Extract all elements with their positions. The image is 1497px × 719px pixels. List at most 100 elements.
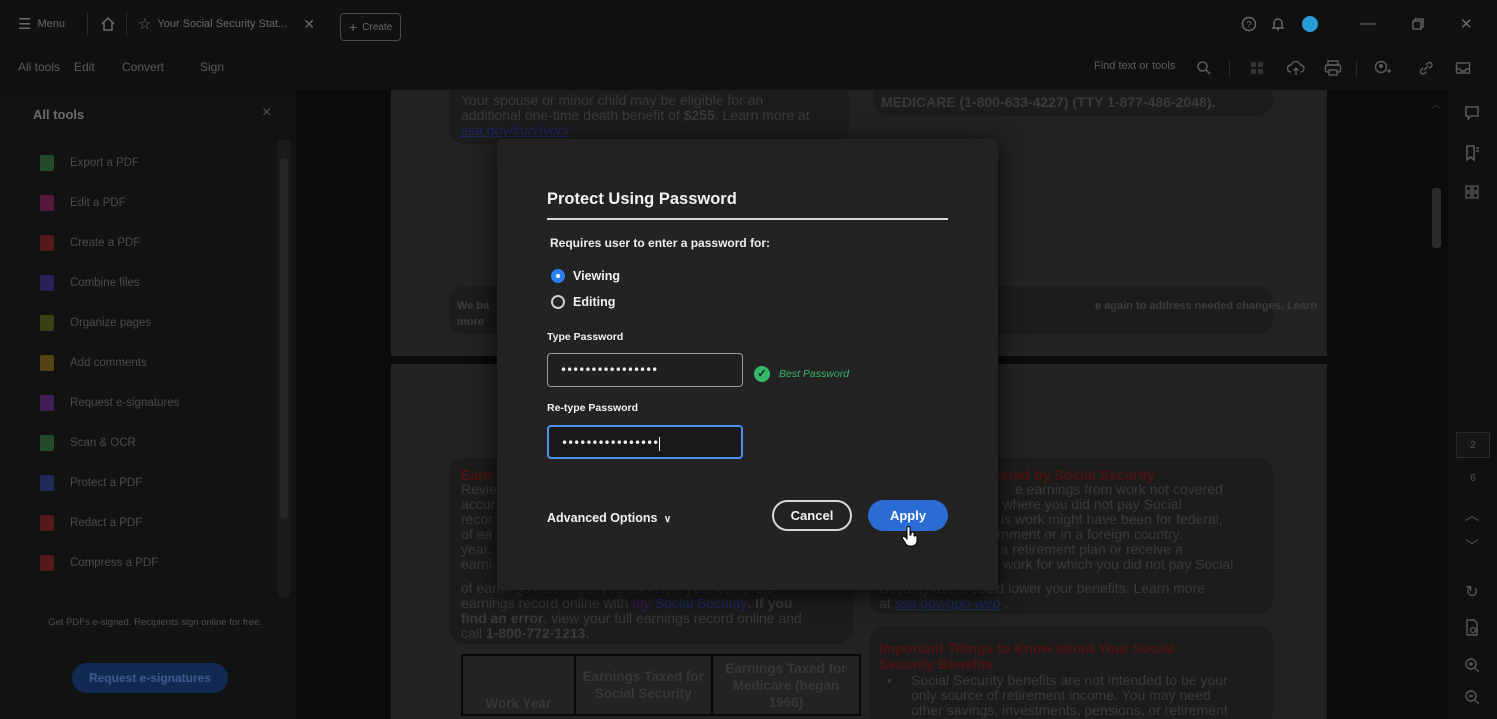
scrollbar-thumb[interactable] — [280, 158, 288, 518]
radio-label: Editing — [573, 295, 616, 309]
tool-item[interactable]: Combine files — [40, 273, 140, 293]
tool-icon — [40, 155, 54, 171]
print-icon[interactable] — [1324, 60, 1342, 76]
radio-editing[interactable]: Editing — [551, 295, 615, 309]
restore-button[interactable] — [1411, 10, 1425, 38]
plus-icon: + — [349, 19, 358, 35]
document-scrollbar[interactable]: ︿ — [1430, 96, 1442, 716]
panel-scrollbar[interactable] — [278, 140, 290, 598]
tool-item[interactable]: Add comments — [40, 353, 147, 373]
menu-convert[interactable]: Convert — [122, 60, 164, 74]
radio-selected-icon[interactable] — [551, 269, 565, 283]
tool-icon — [40, 555, 54, 571]
page-tools-icon[interactable] — [1462, 619, 1482, 639]
bell-icon — [1271, 18, 1285, 31]
doc-text: n a retirement plan or receive a — [989, 541, 1183, 557]
radio-unselected-icon[interactable] — [551, 295, 565, 309]
promo-text: Get PDFs e-signed. Recipients sign onlin… — [48, 617, 262, 628]
find-tools-search[interactable]: Find text or tools — [1094, 60, 1175, 72]
notifications-button[interactable] — [1270, 10, 1286, 38]
svg-text:?: ? — [1246, 20, 1251, 30]
tool-item[interactable]: Request e-signatures — [40, 393, 179, 413]
link-icon[interactable] — [1418, 60, 1434, 76]
type-password-label: Type Password — [547, 331, 624, 343]
advanced-options-toggle[interactable]: Advanced Options ∨ — [547, 511, 671, 525]
avatar — [1302, 16, 1318, 32]
retype-password-input[interactable]: •••••••••••••••• — [547, 425, 743, 459]
tool-item[interactable]: Compress a PDF — [40, 553, 158, 573]
restore-icon — [1412, 18, 1424, 30]
tool-item[interactable]: Scan & OCR — [40, 433, 136, 453]
tool-item[interactable]: Redact a PDF — [40, 513, 142, 533]
tool-label: Redact a PDF — [70, 517, 143, 529]
home-icon — [101, 16, 115, 31]
scroll-up-icon[interactable]: ︿ — [1431, 96, 1441, 111]
tool-item[interactable]: Organize pages — [40, 313, 151, 333]
doc-text: find an error, view your full earnings r… — [461, 610, 802, 626]
tool-item[interactable]: Protect a PDF — [40, 473, 142, 493]
profile-button[interactable] — [1302, 10, 1318, 38]
tool-label: Compress a PDF — [70, 557, 159, 569]
survivors-link[interactable]: ssa.gov/survivors — [461, 122, 569, 138]
check-circle-icon: ✓ — [754, 366, 770, 382]
divider — [1229, 60, 1230, 78]
tool-label: Edit a PDF — [70, 197, 126, 209]
zoom-in-icon[interactable] — [1462, 657, 1482, 677]
home-button[interactable] — [100, 10, 116, 38]
panel-title: All tools — [33, 107, 85, 122]
search-icon[interactable] — [1196, 60, 1212, 76]
star-icon[interactable]: ☆ — [138, 15, 151, 33]
tool-label: Export a PDF — [70, 157, 140, 169]
table-header-row: Work Year Earnings Taxed for Social Secu… — [461, 654, 862, 716]
previous-page-icon[interactable]: ︿ — [1462, 505, 1482, 525]
doc-text: only source of retirement income. You ma… — [911, 687, 1211, 703]
bookmark-icon[interactable] — [1462, 144, 1482, 164]
zoom-out-icon[interactable] — [1462, 689, 1482, 709]
tool-item[interactable]: Edit a PDF — [40, 193, 126, 213]
password-strength: ✓ Best Password — [754, 366, 849, 382]
upload-cloud-icon[interactable] — [1287, 60, 1305, 76]
cancel-button[interactable]: Cancel — [772, 500, 852, 531]
next-page-icon[interactable]: ﹀ — [1462, 536, 1482, 556]
rotate-icon[interactable]: ↻ — [1462, 583, 1482, 603]
grid-view-icon[interactable] — [1250, 61, 1264, 75]
close-tab-icon[interactable]: ✕ — [303, 16, 315, 33]
title-bar: ☰ Menu ☆ Your Social Security Stat... ✕ … — [0, 0, 1497, 48]
tool-label: Request e-signatures — [70, 397, 180, 409]
request-esignatures-button[interactable]: Request e-signatures — [72, 663, 228, 693]
doc-text: year. — [461, 541, 492, 557]
tool-item[interactable]: Export a PDF — [40, 153, 139, 173]
menu-edit[interactable]: Edit — [74, 60, 95, 74]
hamburger-icon: ☰ — [18, 16, 32, 33]
minimize-button[interactable]: — — [1360, 10, 1376, 38]
bullet: • — [887, 672, 892, 688]
comment-icon[interactable] — [1462, 104, 1482, 124]
scrollbar-thumb[interactable] — [1432, 188, 1441, 248]
current-page-number[interactable]: 2 — [1456, 432, 1490, 458]
create-label: Create — [362, 21, 393, 33]
dialog-title: Protect Using Password — [547, 190, 737, 208]
doc-text: , where you did not pay Social — [995, 496, 1182, 512]
minimize-icon: — — [1360, 15, 1376, 32]
menu-button[interactable]: ☰ Menu — [18, 10, 65, 38]
close-window-button[interactable]: ✕ — [1460, 10, 1473, 38]
divider — [87, 12, 88, 36]
mail-icon[interactable] — [1455, 60, 1471, 76]
doc-text: recor — [461, 511, 493, 527]
doc-text: MEDICARE (1-800-633-4227) (TTY 1-877-486… — [881, 94, 1216, 110]
document-tab[interactable]: ☆ Your Social Security Stat... ✕ — [138, 10, 315, 38]
help-button[interactable]: ? — [1241, 10, 1257, 38]
advanced-options-label: Advanced Options — [547, 511, 658, 525]
share-user-icon[interactable] — [1374, 60, 1392, 76]
doc-text: is work might have been for federal, — [1001, 511, 1223, 527]
doc-text: accur — [461, 496, 496, 512]
close-panel-icon[interactable]: × — [262, 104, 271, 122]
thumbnails-icon[interactable] — [1462, 184, 1482, 204]
tool-icon — [40, 435, 54, 451]
radio-viewing[interactable]: Viewing — [551, 269, 620, 283]
create-button[interactable]: + Create — [340, 13, 402, 41]
password-input[interactable]: •••••••••••••••• — [547, 353, 743, 387]
menu-all-tools[interactable]: All tools — [18, 60, 60, 74]
menu-sign[interactable]: Sign — [200, 60, 224, 74]
tool-item[interactable]: Create a PDF — [40, 233, 140, 253]
